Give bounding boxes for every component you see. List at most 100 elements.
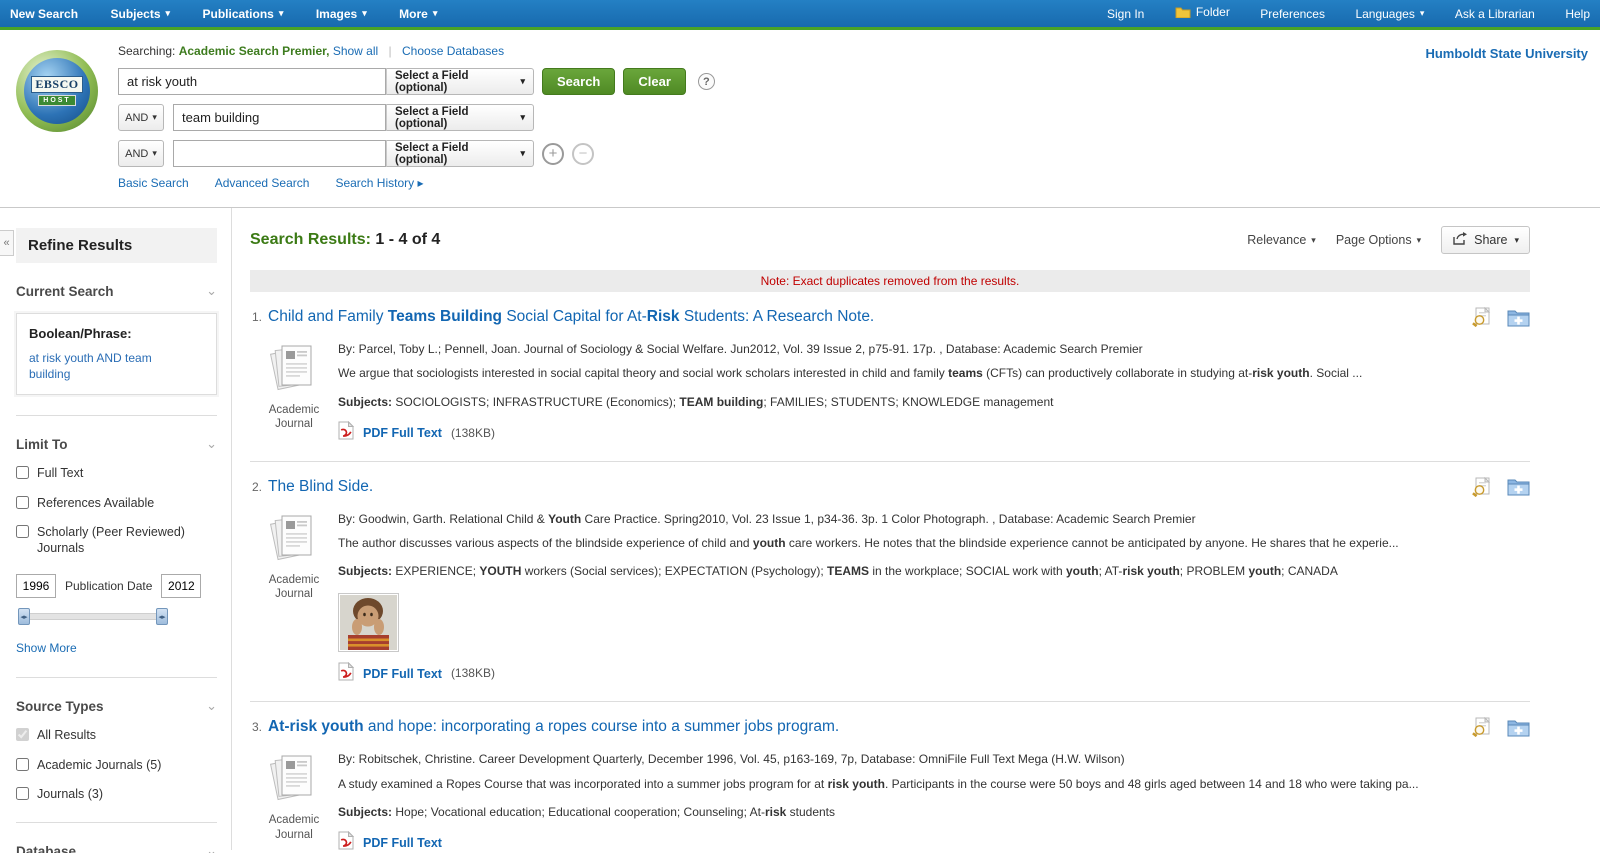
source-type-all-results[interactable]: All Results <box>16 727 217 743</box>
subjects-list: EXPERIENCE; YOUTH workers (Social servic… <box>392 564 1338 579</box>
show-all-link[interactable]: Show all <box>333 44 378 58</box>
field-select-1[interactable]: Select a Field (optional) ▾ <box>386 68 534 95</box>
pdf-full-text-link[interactable]: PDF Full Text <box>363 665 442 683</box>
limit-scholarly-option[interactable]: Scholarly (Peer Reviewed) Journals <box>16 524 217 557</box>
caret-down-icon: ▾ <box>362 8 367 18</box>
publication-date-from-input[interactable] <box>16 574 56 599</box>
institution-name[interactable]: Humboldt State University <box>1425 46 1588 61</box>
source-types-heading[interactable]: Source Types ⌄ <box>16 698 217 714</box>
nav-images[interactable]: Images ▾ <box>316 7 367 21</box>
references-available-checkbox[interactable] <box>16 495 29 509</box>
article-thumbnail-image[interactable] <box>338 592 399 652</box>
source-type-academic-journals[interactable]: Academic Journals (5) <box>16 757 217 773</box>
pdf-full-text-row: PDF Full Text (138KB) <box>338 420 1530 445</box>
search-input-3[interactable] <box>173 140 386 167</box>
database-heading[interactable]: Database ⌄ <box>16 843 217 853</box>
result-actions <box>1472 476 1530 502</box>
result-text: By: Robitschek, Christine. Career Develo… <box>338 749 1530 850</box>
add-row-button[interactable]: + <box>542 142 564 165</box>
journals-checkbox[interactable] <box>16 786 29 800</box>
full-text-checkbox[interactable] <box>16 466 29 480</box>
source-type-column: Academic Journal <box>250 339 338 446</box>
result-subjects: Subjects: EXPERIENCE; YOUTH workers (Soc… <box>338 563 1530 580</box>
preview-icon[interactable] <box>1472 476 1491 502</box>
page-options-dropdown[interactable]: Page Options ▾ <box>1336 233 1421 247</box>
chevron-down-icon: ⌄ <box>206 698 217 714</box>
nav-subjects[interactable]: Subjects ▾ <box>111 7 171 21</box>
current-search-heading[interactable]: Current Search ⌄ <box>16 283 217 299</box>
sort-relevance-dropdown[interactable]: Relevance ▾ <box>1247 233 1316 247</box>
academic-journals-checkbox[interactable] <box>16 757 29 771</box>
limit-references-option[interactable]: References Available <box>16 495 217 511</box>
nav-sign-in[interactable]: Sign In <box>1107 7 1144 21</box>
current-database-name: Academic Search Premier, <box>178 44 330 58</box>
nav-folder[interactable]: Folder <box>1175 5 1230 19</box>
search-result: 1. Child and Family Teams Building Socia… <box>250 292 1530 462</box>
caret-down-icon: ▾ <box>1419 8 1425 18</box>
source-type-label: Academic Journal <box>268 573 320 600</box>
chevron-down-icon: ⌄ <box>206 436 217 452</box>
add-to-folder-icon[interactable] <box>1507 718 1530 742</box>
caret-down-icon: ▾ <box>1416 234 1422 245</box>
nav-preferences[interactable]: Preferences <box>1260 7 1325 21</box>
result-citation: By: Robitschek, Christine. Career Develo… <box>338 752 1125 767</box>
pdf-full-text-link[interactable]: PDF Full Text <box>363 424 442 442</box>
pdf-icon[interactable] <box>338 661 355 686</box>
pdf-icon[interactable] <box>338 831 355 850</box>
subjects-label: Subjects: <box>338 394 393 409</box>
search-row-1: Select a Field (optional) ▾ Search Clear… <box>118 68 715 95</box>
field-select-2[interactable]: Select a Field (optional) ▾ <box>386 104 534 131</box>
choose-databases-link[interactable]: Choose Databases <box>402 44 504 58</box>
source-type-journals[interactable]: Journals (3) <box>16 786 217 802</box>
sidebar-collapse-gutter: « <box>0 208 14 850</box>
publication-date-slider: ◂▸ ◂▸ <box>18 608 168 626</box>
search-input-1[interactable] <box>118 68 386 95</box>
result-actions <box>1472 306 1530 332</box>
nav-ask-a-librarian[interactable]: Ask a Librarian <box>1455 7 1535 21</box>
topnav-right: Sign In Folder Preferences Languages ▾ As… <box>1081 5 1590 23</box>
preview-icon[interactable] <box>1472 306 1491 332</box>
slider-handle-left[interactable]: ◂▸ <box>18 608 30 626</box>
nav-languages[interactable]: Languages ▾ <box>1355 7 1424 21</box>
scholarly-peer-reviewed-checkbox[interactable] <box>16 524 29 538</box>
clear-button[interactable]: Clear <box>623 68 686 95</box>
field-select-3[interactable]: Select a Field (optional) ▾ <box>386 140 534 167</box>
pdf-full-text-link[interactable]: PDF Full Text <box>363 834 442 850</box>
all-results-checkbox[interactable] <box>16 728 29 742</box>
result-title-link[interactable]: The Blind Side. <box>268 477 1452 496</box>
nav-publications[interactable]: Publications ▾ <box>203 7 284 21</box>
search-button[interactable]: Search <box>542 68 616 95</box>
divider <box>16 677 217 679</box>
publication-date-to-input[interactable] <box>161 574 202 599</box>
slider-track <box>18 613 168 621</box>
pdf-icon[interactable] <box>338 420 355 445</box>
boolean-select-2[interactable]: AND ▾ <box>118 104 164 131</box>
nav-more[interactable]: More ▾ <box>399 7 437 21</box>
remove-row-button[interactable]: − <box>572 142 594 165</box>
result-title-link[interactable]: At-risk youth and hope: incorporating a … <box>268 717 1452 736</box>
preview-icon[interactable] <box>1472 716 1491 742</box>
current-search-box: Boolean/Phrase: at risk youth AND team b… <box>14 310 219 398</box>
advanced-search-link[interactable]: Advanced Search <box>215 176 310 190</box>
nav-new-search[interactable]: New Search <box>10 7 78 21</box>
result-title-link[interactable]: Child and Family Teams Building Social C… <box>268 307 1452 326</box>
add-to-folder-icon[interactable] <box>1507 308 1530 332</box>
nav-help[interactable]: Help <box>1565 7 1590 21</box>
collapse-sidebar-button[interactable]: « <box>0 230 14 256</box>
boolean-phrase-link[interactable]: at risk youth AND team building <box>29 350 159 382</box>
search-history-link[interactable]: Search History ▸ <box>335 176 423 190</box>
share-button[interactable]: Share ▾ <box>1441 226 1530 254</box>
boolean-select-3[interactable]: AND ▾ <box>118 140 164 167</box>
slider-handle-right[interactable]: ◂▸ <box>156 608 168 626</box>
basic-search-link[interactable]: Basic Search <box>118 176 189 190</box>
limit-full-text-option[interactable]: Full Text <box>16 465 217 481</box>
show-more-link[interactable]: Show More <box>16 641 77 655</box>
caret-down-icon: ▾ <box>432 8 438 18</box>
subjects-label: Subjects: <box>338 564 393 579</box>
help-icon[interactable]: ? <box>697 73 715 90</box>
limit-to-heading[interactable]: Limit To ⌄ <box>16 436 217 452</box>
add-to-folder-icon[interactable] <box>1507 477 1530 501</box>
search-input-2[interactable] <box>173 104 386 131</box>
academic-journal-icon <box>269 345 319 396</box>
ebscohost-logo[interactable]: EBSCO HOST <box>16 50 98 132</box>
